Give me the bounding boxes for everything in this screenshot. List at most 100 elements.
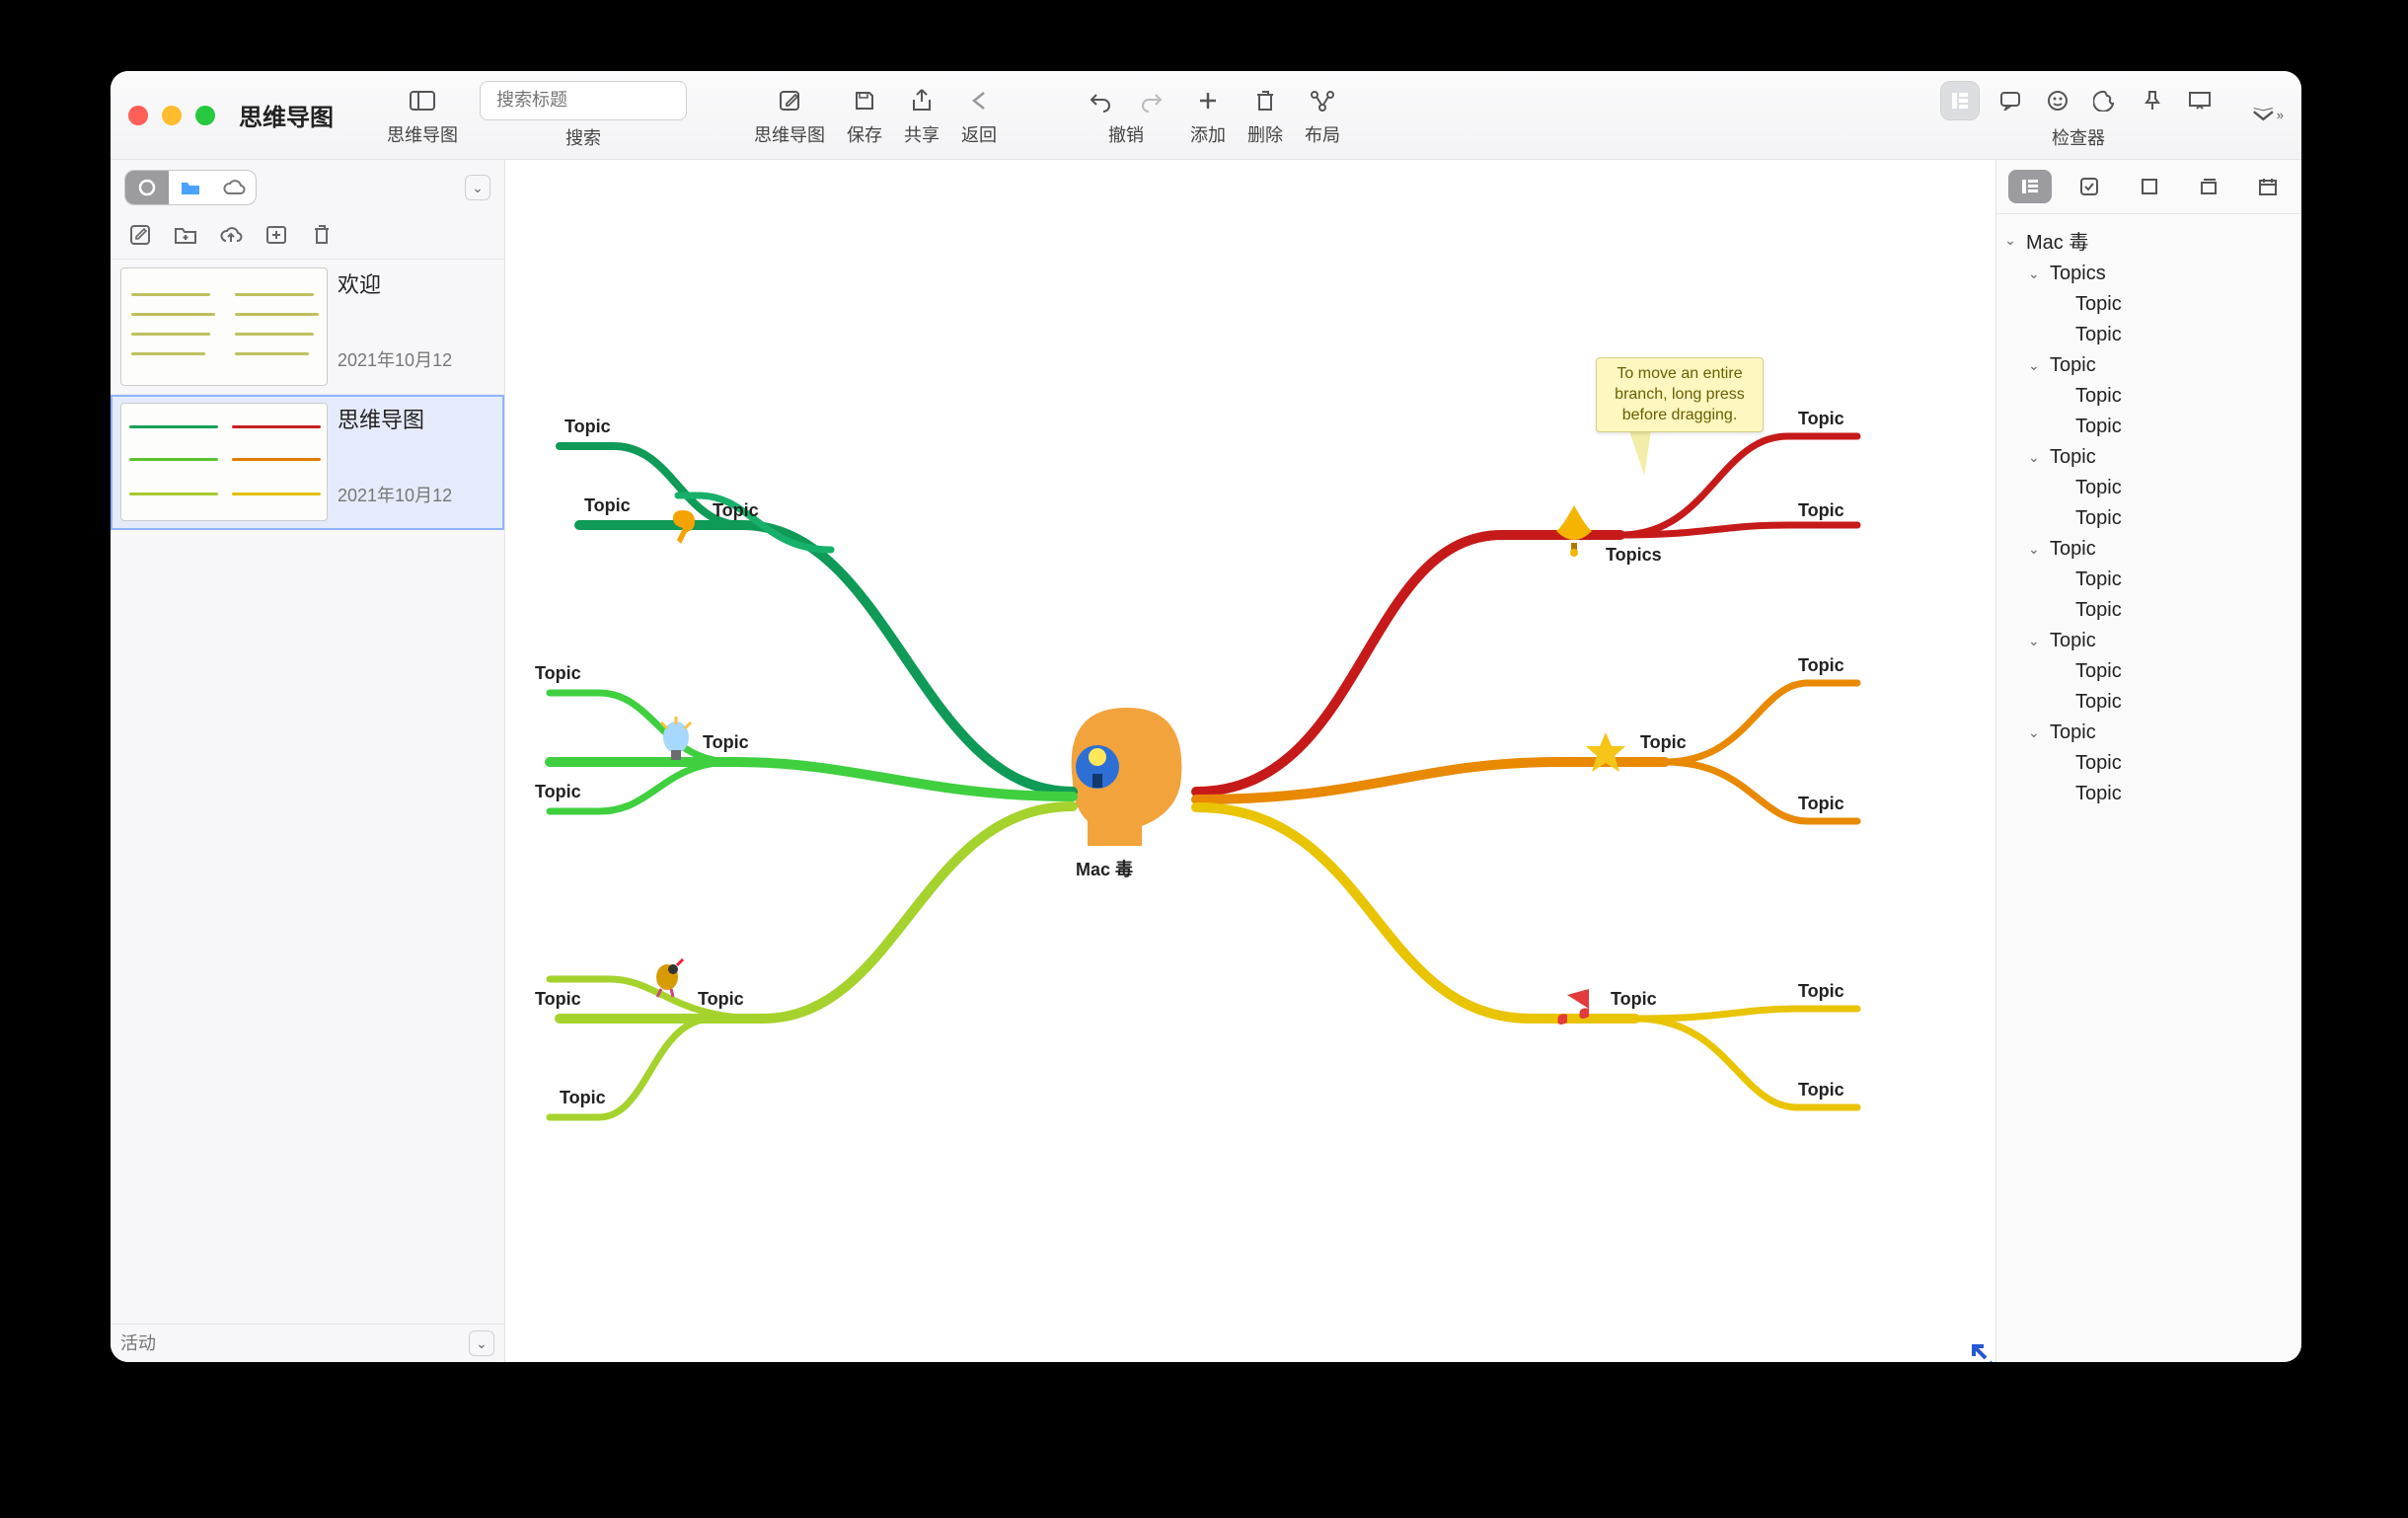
document-date: 2021年10月12 (338, 482, 494, 507)
sidebar-view-switcher: ⌄ (111, 160, 504, 215)
branch-label[interactable]: Topic (1798, 655, 1844, 676)
outline-item[interactable]: Topic (2000, 473, 2297, 503)
branch-label[interactable]: Topic (1798, 1080, 1844, 1101)
document-item[interactable]: 思维导图 2021年10月12 (111, 395, 504, 530)
toolbar-layout-label: 布局 (1305, 121, 1340, 147)
outline-item[interactable]: Topic (2000, 320, 2297, 350)
redo-icon[interactable] (1135, 84, 1168, 117)
tab-stack-icon[interactable] (2187, 170, 2230, 203)
upload-cloud-icon[interactable] (217, 221, 245, 249)
edit-icon[interactable] (126, 221, 154, 249)
sidebar-toggle-icon[interactable] (406, 84, 439, 117)
search-input[interactable] (496, 90, 725, 111)
close-button[interactable] (128, 106, 148, 125)
branch-label[interactable]: Topic (713, 500, 759, 521)
sidebar-dropdown[interactable]: ⌄ (465, 175, 490, 200)
outline-item[interactable]: ⌄Topic (2000, 350, 2297, 381)
share-icon[interactable] (905, 84, 939, 117)
toolbar-save-label: 保存 (847, 121, 882, 147)
mindmap-canvas[interactable]: Mac 毒 Topic Topic Topic Topic Topic Topi… (505, 160, 1995, 1362)
toolbar-edit-group: 思维导图 (754, 84, 825, 147)
branch-label[interactable]: Topic (1798, 409, 1844, 429)
titlebar: 思维导图 思维导图 搜索 思维导图 (111, 71, 2301, 160)
branch-label[interactable]: Topics (1606, 545, 1662, 566)
document-list: 欢迎 2021年10月12 思维导图 2021年 (111, 260, 504, 1324)
outline-item[interactable]: Topic (2000, 779, 2297, 809)
back-icon[interactable] (962, 84, 996, 117)
tab-calendar-icon[interactable] (2246, 170, 2290, 203)
branch-label[interactable]: Topic (1798, 981, 1844, 1002)
add-icon[interactable] (1191, 84, 1225, 117)
outline-item[interactable]: ⌄Topic (2000, 718, 2297, 748)
document-item[interactable]: 欢迎 2021年10月12 (111, 260, 504, 395)
document-thumbnail (120, 267, 328, 386)
overflow-icon[interactable]: » (2250, 99, 2284, 132)
pin-icon[interactable] (2136, 84, 2169, 117)
outline-root[interactable]: ⌄Mac 毒 (2000, 222, 2297, 259)
branch-label[interactable]: Topic (698, 989, 744, 1010)
branch-label[interactable]: Topic (535, 989, 581, 1010)
sidebar-filter[interactable]: ⌄ (111, 1324, 504, 1362)
toolbar-search-label: 搜索 (565, 124, 601, 150)
branch-label[interactable]: Topic (535, 663, 581, 684)
sidebar-tools (111, 215, 504, 260)
document-title: 思维导图 (338, 403, 494, 434)
branch-label[interactable]: Topic (1640, 732, 1687, 753)
view-cloud-icon[interactable] (212, 171, 256, 204)
undo-icon[interactable] (1084, 84, 1117, 117)
palette-icon[interactable] (2088, 84, 2122, 117)
outline-item[interactable]: Topic (2000, 381, 2297, 412)
document-title: 欢迎 (338, 267, 494, 299)
sidebar: ⌄ (111, 160, 505, 1362)
outline-item[interactable]: ⌄Topic (2000, 626, 2297, 656)
outline-item[interactable]: Topic (2000, 656, 2297, 687)
delete-icon[interactable] (1248, 84, 1282, 117)
inspector-panel-icon[interactable] (1941, 82, 1979, 119)
inspector-toggle[interactable] (1940, 81, 1980, 120)
branch-label[interactable]: Topic (1798, 794, 1844, 814)
outline-item[interactable]: Topic (2000, 289, 2297, 320)
branch-label[interactable]: Topic (584, 495, 631, 516)
view-maps-icon[interactable] (125, 171, 169, 204)
save-icon[interactable] (848, 84, 881, 117)
toolbar-search-group: 搜索 (480, 81, 687, 150)
outline-item[interactable]: Topic (2000, 687, 2297, 718)
tab-tasks-icon[interactable] (2068, 170, 2111, 203)
document-thumbnail (120, 403, 328, 521)
tab-card-icon[interactable] (2128, 170, 2171, 203)
toolbar-undo-label: 撤销 (1108, 121, 1144, 147)
notes-icon[interactable] (1994, 84, 2027, 117)
outline-tree[interactable]: ⌄Mac 毒 ⌄Topics Topic Topic ⌄Topic Topic … (1996, 214, 2301, 1362)
view-folder-icon[interactable] (169, 171, 212, 204)
outline-item[interactable]: ⌄Topic (2000, 534, 2297, 565)
toolbar-mindmap-group: 思维导图 (387, 84, 458, 147)
branch-label[interactable]: Topic (564, 417, 611, 437)
emoji-icon[interactable] (2041, 84, 2074, 117)
outline-item[interactable]: Topic (2000, 595, 2297, 626)
tab-outline-icon[interactable] (2008, 170, 2052, 203)
outline-item[interactable]: Topic (2000, 748, 2297, 779)
new-doc-icon[interactable] (263, 221, 290, 249)
outline-item[interactable]: Topic (2000, 565, 2297, 595)
document-date: 2021年10月12 (338, 346, 494, 372)
branch-label[interactable]: Topic (535, 782, 581, 802)
new-folder-icon[interactable] (172, 221, 199, 249)
branch-label[interactable]: Topic (1798, 500, 1844, 521)
present-icon[interactable] (2183, 84, 2217, 117)
compose-icon[interactable] (773, 84, 806, 117)
branch-label[interactable]: Topic (1611, 989, 1657, 1010)
outline-item[interactable]: ⌄Topic (2000, 442, 2297, 473)
branch-label[interactable]: Topic (703, 732, 749, 753)
outline-item[interactable]: ⌄Topics (2000, 259, 2297, 289)
minimize-button[interactable] (162, 106, 182, 125)
center-node-label[interactable]: Mac 毒 (1076, 856, 1133, 881)
search-box[interactable] (480, 81, 687, 120)
layout-icon[interactable] (1306, 84, 1339, 117)
outline-item[interactable]: Topic (2000, 412, 2297, 442)
activity-filter-input[interactable] (120, 1333, 461, 1354)
outline-item[interactable]: Topic (2000, 503, 2297, 534)
maximize-button[interactable] (195, 106, 215, 125)
branch-label[interactable]: Topic (560, 1088, 606, 1108)
trash-icon[interactable] (308, 221, 336, 249)
filter-dropdown-icon[interactable]: ⌄ (469, 1330, 494, 1356)
